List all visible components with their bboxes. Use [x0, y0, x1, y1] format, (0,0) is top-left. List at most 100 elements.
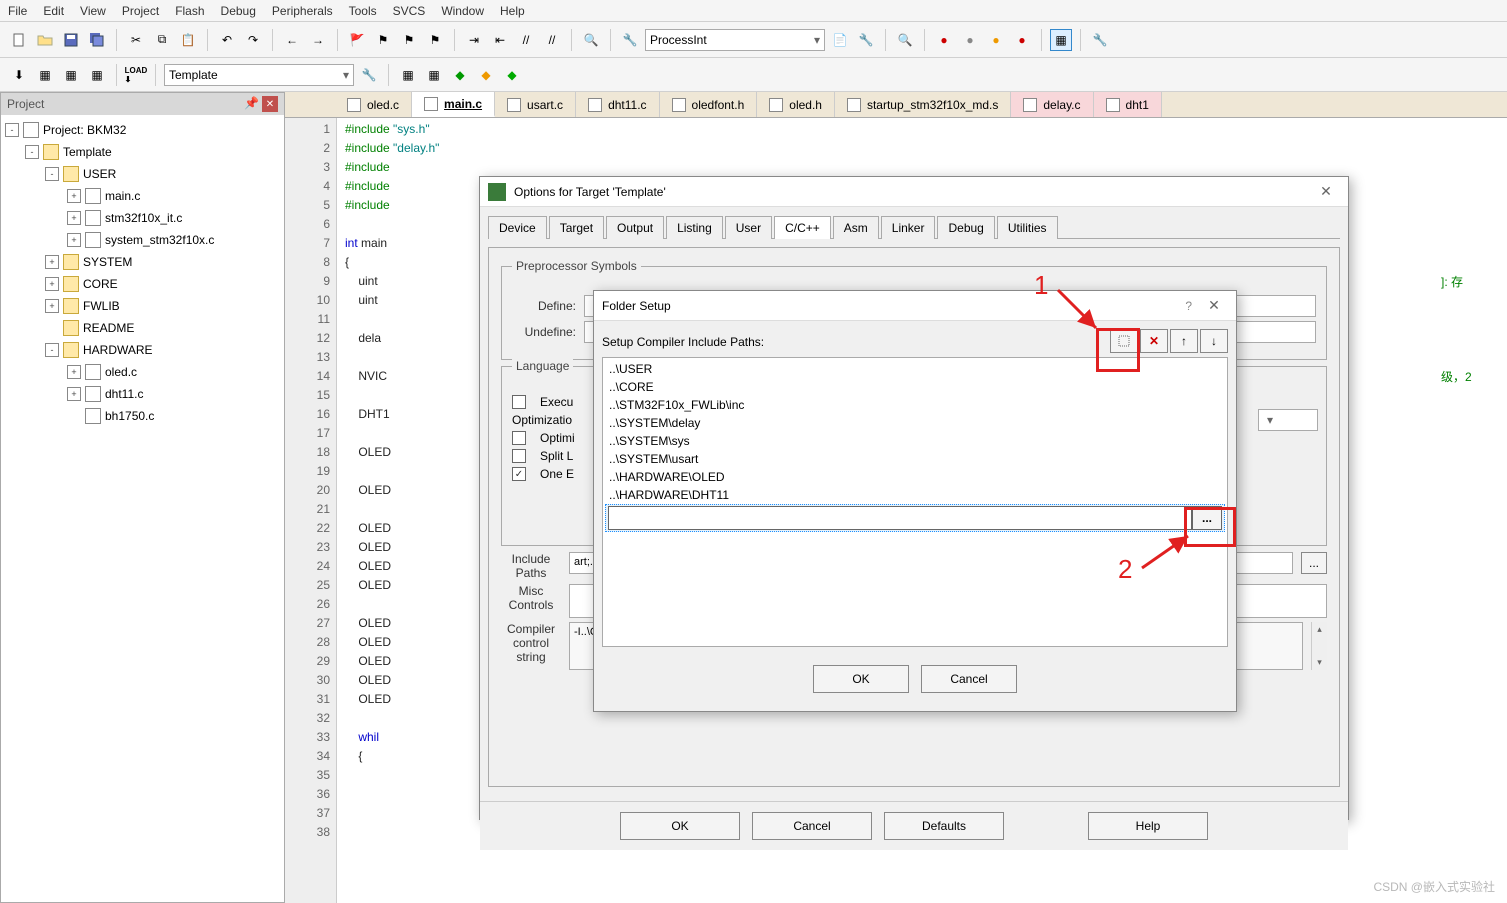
- menu-debug[interactable]: Debug: [221, 4, 256, 18]
- bookmark-next-icon[interactable]: ⚑: [398, 29, 420, 51]
- target-select[interactable]: Template: [164, 64, 354, 86]
- tab-oled-c[interactable]: oled.c: [335, 92, 412, 117]
- optimize-checkbox[interactable]: [512, 431, 526, 445]
- browse-button[interactable]: ...: [1192, 506, 1222, 530]
- tab-oledfont-h[interactable]: oledfont.h: [660, 92, 758, 117]
- bookmark-icon[interactable]: 🚩: [346, 29, 368, 51]
- tab-listing[interactable]: Listing: [666, 216, 723, 239]
- cancel-button[interactable]: Cancel: [752, 812, 872, 840]
- open-icon[interactable]: [34, 29, 56, 51]
- one-elf-checkbox[interactable]: [512, 467, 526, 481]
- tab-dht11-c[interactable]: dht11.c: [576, 92, 659, 117]
- help-icon[interactable]: ?: [1185, 299, 1192, 313]
- expander-icon[interactable]: -: [45, 343, 59, 357]
- tab-oled-h[interactable]: oled.h: [757, 92, 835, 117]
- defaults-button[interactable]: Defaults: [884, 812, 1004, 840]
- tree-group-fwlib[interactable]: +FWLIB: [1, 295, 284, 317]
- delete-path-button[interactable]: ✕: [1140, 329, 1168, 353]
- tree-root[interactable]: - Project: BKM32: [1, 119, 284, 141]
- debug-icon[interactable]: 🔧: [619, 29, 641, 51]
- rebuild-icon[interactable]: ▦: [60, 64, 82, 86]
- menu-project[interactable]: Project: [122, 4, 159, 18]
- magnify-icon[interactable]: 🔍: [894, 29, 916, 51]
- expander-icon[interactable]: +: [45, 255, 59, 269]
- tab-cpp[interactable]: C/C++: [774, 216, 831, 239]
- tab-main-c[interactable]: main.c: [412, 92, 495, 117]
- expander-icon[interactable]: +: [67, 233, 81, 247]
- undo-icon[interactable]: ↶: [216, 29, 238, 51]
- path-edit-input[interactable]: [608, 506, 1192, 530]
- paths-listbox[interactable]: ..\USER ..\CORE ..\STM32F10x_FWLib\inc .…: [602, 357, 1228, 647]
- tab-usart-c[interactable]: usart.c: [495, 92, 576, 117]
- grey-dot-icon[interactable]: ●: [959, 29, 981, 51]
- list-item[interactable]: ..\HARDWARE\DHT11: [605, 486, 1225, 504]
- menu-window[interactable]: Window: [441, 4, 484, 18]
- tree-file[interactable]: +stm32f10x_it.c: [1, 207, 284, 229]
- tree-file[interactable]: +system_stm32f10x.c: [1, 229, 284, 251]
- close-icon[interactable]: ✕: [1200, 295, 1228, 317]
- expander-icon[interactable]: +: [67, 189, 81, 203]
- menu-file[interactable]: File: [8, 4, 27, 18]
- tree-group-core[interactable]: +CORE: [1, 273, 284, 295]
- nav-back-icon[interactable]: ←: [281, 29, 303, 51]
- expander-icon[interactable]: -: [45, 167, 59, 181]
- new-path-button[interactable]: [1110, 329, 1138, 353]
- outdent-icon[interactable]: ⇤: [489, 29, 511, 51]
- uncomment-icon[interactable]: //: [541, 29, 563, 51]
- new-file-icon[interactable]: [8, 29, 30, 51]
- project-tree[interactable]: - Project: BKM32 - Template - USER +main…: [1, 115, 284, 902]
- expander-icon[interactable]: +: [45, 299, 59, 313]
- tree-file[interactable]: +main.c: [1, 185, 284, 207]
- tree-file[interactable]: +dht11.c: [1, 383, 284, 405]
- scroll-up-icon[interactable]: ▴: [1317, 624, 1322, 635]
- menu-svcs[interactable]: SVCS: [393, 4, 426, 18]
- include-paths-browse-button[interactable]: ...: [1301, 552, 1327, 574]
- redo-icon[interactable]: ↷: [242, 29, 264, 51]
- multi-icon[interactable]: ▦: [423, 64, 445, 86]
- tool-a-icon[interactable]: 📄: [829, 29, 851, 51]
- menu-view[interactable]: View: [80, 4, 106, 18]
- expander-icon[interactable]: -: [5, 123, 19, 137]
- dialog-titlebar[interactable]: Options for Target 'Template' ✕: [480, 177, 1348, 207]
- copy-icon[interactable]: ⧉: [151, 29, 173, 51]
- expander-icon[interactable]: -: [25, 145, 39, 159]
- save-all-icon[interactable]: [86, 29, 108, 51]
- list-item-editing[interactable]: ...: [605, 504, 1225, 532]
- tree-template[interactable]: - Template: [1, 141, 284, 163]
- close-icon[interactable]: ✕: [1312, 181, 1340, 203]
- scroll-down-icon[interactable]: ▾: [1317, 657, 1322, 668]
- list-item[interactable]: ..\SYSTEM\usart: [605, 450, 1225, 468]
- tree-group-system[interactable]: +SYSTEM: [1, 251, 284, 273]
- comment-icon[interactable]: //: [515, 29, 537, 51]
- tool-b-icon[interactable]: 🔧: [855, 29, 877, 51]
- tree-group-readme[interactable]: README: [1, 317, 284, 339]
- list-item[interactable]: ..\STM32F10x_FWLib\inc: [605, 396, 1225, 414]
- pack2-icon[interactable]: ◆: [475, 64, 497, 86]
- bookmark-prev-icon[interactable]: ⚑: [372, 29, 394, 51]
- list-item[interactable]: ..\SYSTEM\delay: [605, 414, 1225, 432]
- ok-button[interactable]: OK: [813, 665, 909, 693]
- find-combo[interactable]: ProcessInt: [645, 29, 825, 51]
- tree-group-hardware[interactable]: -HARDWARE: [1, 339, 284, 361]
- tree-file[interactable]: +oled.c: [1, 361, 284, 383]
- move-down-button[interactable]: ↓: [1200, 329, 1228, 353]
- manage-icon[interactable]: ▦: [397, 64, 419, 86]
- tab-linker[interactable]: Linker: [881, 216, 936, 239]
- indent-icon[interactable]: ⇥: [463, 29, 485, 51]
- bookmark-clear-icon[interactable]: ⚑: [424, 29, 446, 51]
- tab-user[interactable]: User: [725, 216, 772, 239]
- pin-icon[interactable]: 📌: [244, 96, 260, 112]
- cut-icon[interactable]: ✂: [125, 29, 147, 51]
- execute-only-checkbox[interactable]: [512, 395, 526, 409]
- menu-help[interactable]: Help: [500, 4, 525, 18]
- red-dot-icon[interactable]: ●: [933, 29, 955, 51]
- pack3-icon[interactable]: ◆: [501, 64, 523, 86]
- expander-icon[interactable]: +: [67, 365, 81, 379]
- tab-debug[interactable]: Debug: [937, 216, 994, 239]
- tree-file[interactable]: bh1750.c: [1, 405, 284, 427]
- list-item[interactable]: ..\HARDWARE\OLED: [605, 468, 1225, 486]
- expander-icon[interactable]: +: [67, 211, 81, 225]
- pack-icon[interactable]: ◆: [449, 64, 471, 86]
- translate-icon[interactable]: ⬇: [8, 64, 30, 86]
- list-item[interactable]: ..\CORE: [605, 378, 1225, 396]
